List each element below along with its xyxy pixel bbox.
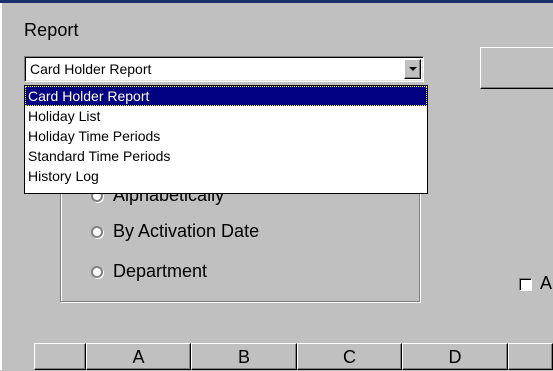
- report-dropdown-list[interactable]: Card Holder Report Holiday List Holiday …: [24, 85, 428, 194]
- grid-column-b[interactable]: B: [191, 343, 297, 370]
- report-combobox[interactable]: Card Holder Report: [24, 56, 424, 82]
- chevron-down-icon[interactable]: [404, 59, 421, 79]
- radio-label: Department: [113, 261, 208, 281]
- radio-by-activation-date[interactable]: By Activation Date: [91, 221, 311, 244]
- grid-column-d[interactable]: D: [402, 343, 508, 370]
- option-checkbox-label: A: [540, 273, 553, 293]
- dropdown-option-card-holder-report[interactable]: Card Holder Report: [25, 86, 427, 106]
- radio-circle-icon: [91, 226, 103, 238]
- dropdown-option-history-log[interactable]: History Log: [25, 166, 427, 186]
- report-combobox-value: Card Holder Report: [30, 61, 152, 77]
- radio-label: By Activation Date: [113, 221, 260, 241]
- action-button[interactable]: [480, 47, 553, 89]
- grid-column-c[interactable]: C: [297, 343, 402, 370]
- window-top-border: [0, 0, 553, 3]
- radio-circle-icon: [91, 266, 103, 278]
- grid-column-a[interactable]: A: [86, 343, 191, 370]
- grid-column-e[interactable]: [508, 343, 553, 370]
- grid-header-row: A B C D: [34, 343, 553, 370]
- dropdown-option-standard-time-periods[interactable]: Standard Time Periods: [25, 146, 427, 166]
- dropdown-option-holiday-list[interactable]: Holiday List: [25, 106, 427, 126]
- grid-corner-cell[interactable]: [34, 343, 86, 370]
- report-label: Report: [24, 20, 79, 40]
- radio-department[interactable]: Department: [91, 261, 311, 284]
- dropdown-option-holiday-time-periods[interactable]: Holiday Time Periods: [25, 126, 427, 146]
- option-checkbox[interactable]: [519, 278, 532, 291]
- window-left-border: [0, 3, 2, 370]
